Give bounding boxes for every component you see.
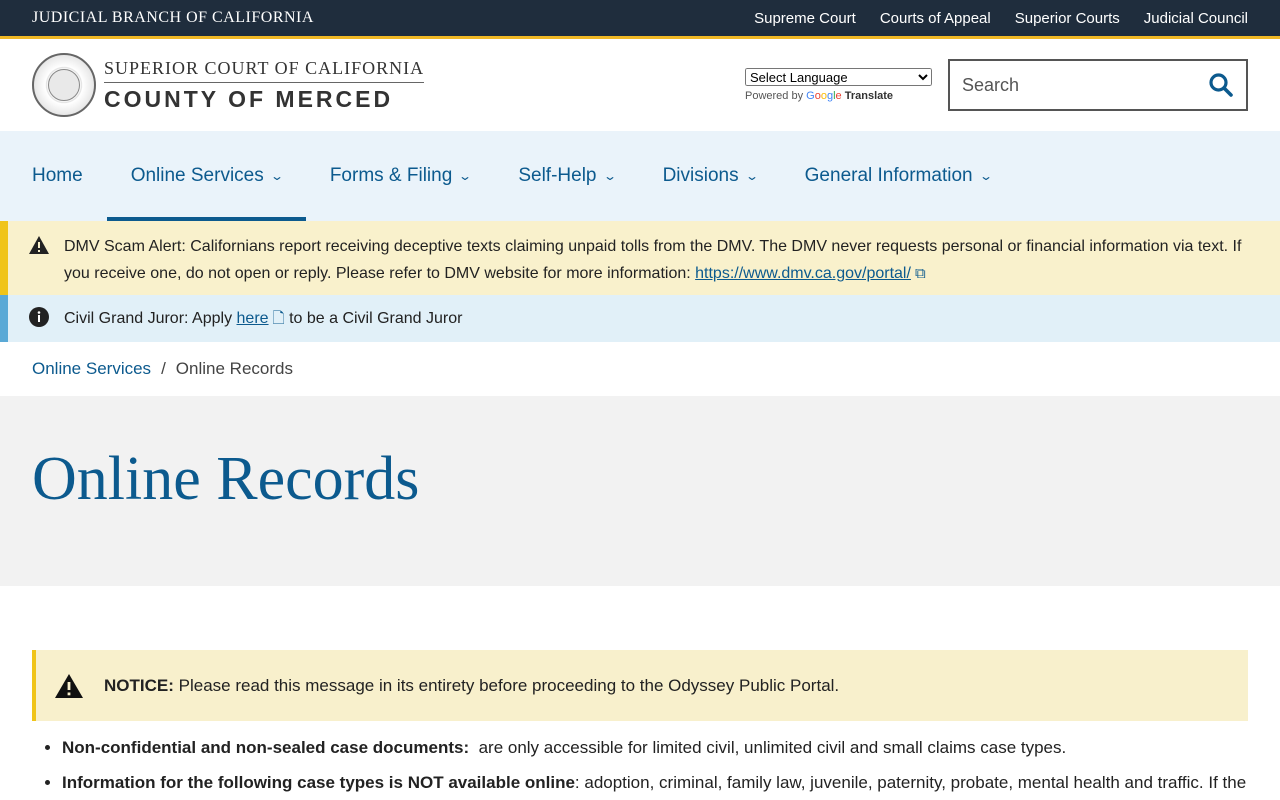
nav-divisions[interactable]: Divisions ⌄ — [639, 131, 781, 221]
judicial-links: Supreme Court Courts of Appeal Superior … — [754, 10, 1248, 27]
breadcrumb-current: Online Records — [175, 359, 293, 378]
records-info-list: Non-confidential and non-sealed case doc… — [32, 737, 1248, 794]
chevron-down-icon: ⌄ — [978, 169, 993, 183]
warning-icon — [55, 673, 83, 698]
judicial-branch-bar: JUDICIAL BRANCH OF CALIFORNIA Supreme Co… — [0, 0, 1280, 39]
language-select[interactable]: Select Language — [745, 68, 932, 86]
search-input[interactable] — [962, 74, 1202, 96]
chevron-down-icon: ⌄ — [269, 169, 284, 183]
courts-of-appeal-link[interactable]: Courts of Appeal — [880, 10, 991, 27]
document-icon: 🗋 — [272, 310, 285, 327]
logo-line-1: SUPERIOR COURT OF CALIFORNIA — [104, 58, 425, 83]
page-title: Online Records — [32, 445, 420, 513]
superior-courts-link[interactable]: Superior Courts — [1015, 10, 1120, 27]
nav-online-services[interactable]: Online Services ⌄ — [106, 131, 306, 221]
list-item: Information for the following case types… — [62, 772, 1248, 794]
powered-by-google: Powered by Google Translate — [745, 90, 894, 102]
chevron-down-icon: ⌄ — [744, 169, 759, 183]
dmv-alert-text: DMV Scam Alert: Californians report rece… — [64, 238, 1242, 282]
juror-text-prefix: Civil Grand Juror: Apply — [64, 310, 233, 327]
juror-text-suffix: to be a Civil Grand Juror — [289, 310, 463, 327]
dmv-portal-link[interactable]: https://www.dmv.ca.gov/portal/ — [695, 265, 911, 282]
list-item: Non-confidential and non-sealed case doc… — [62, 737, 1248, 759]
translate-link[interactable]: Translate — [845, 90, 893, 102]
dmv-scam-alert: DMV Scam Alert: Californians report rece… — [0, 221, 1280, 295]
warning-icon — [29, 236, 49, 254]
logo-line-2: COUNTY OF MERCED — [104, 85, 394, 112]
google-translate: Select Language Powered by Google Transl… — [745, 68, 932, 102]
search-box — [948, 59, 1248, 111]
chevron-down-icon: ⌄ — [602, 169, 617, 183]
odyssey-notice: NOTICE: Please read this message in its … — [32, 650, 1248, 721]
judicial-branch-title[interactable]: JUDICIAL BRANCH OF CALIFORNIA — [32, 9, 314, 27]
nav-home[interactable]: Home — [8, 131, 107, 221]
google-logo[interactable]: Google — [806, 90, 842, 102]
supreme-court-link[interactable]: Supreme Court — [754, 10, 856, 27]
nav-general-information[interactable]: General Information ⌄ — [781, 131, 1015, 221]
grand-juror-alert: Civil Grand Juror: Apply here 🗋 to be a C… — [0, 295, 1280, 342]
chevron-down-icon: ⌄ — [458, 169, 473, 183]
site-header: SUPERIOR COURT OF CALIFORNIA COUNTY OF M… — [0, 39, 1280, 131]
main-content: NOTICE: Please read this message in its … — [0, 586, 1280, 794]
nav-forms-filing[interactable]: Forms & Filing ⌄ — [306, 131, 495, 221]
court-logo[interactable]: SUPERIOR COURT OF CALIFORNIA COUNTY OF M… — [32, 53, 425, 117]
nav-self-help[interactable]: Self-Help ⌄ — [494, 131, 638, 221]
breadcrumb: Online Services / Online Records — [0, 342, 1280, 396]
notice-label: NOTICE: — [104, 675, 174, 695]
judicial-council-link[interactable]: Judicial Council — [1144, 10, 1248, 27]
external-link-icon: ⧉ — [914, 265, 926, 282]
juror-apply-link[interactable]: here — [237, 310, 269, 327]
info-icon — [29, 307, 49, 327]
page-hero: Online Records — [0, 396, 1280, 586]
notice-text: Please read this message in its entirety… — [178, 675, 840, 695]
breadcrumb-separator: / — [161, 359, 166, 378]
search-icon[interactable] — [1208, 72, 1234, 98]
court-seal-icon — [32, 53, 96, 117]
main-navigation: Home Online Services ⌄ Forms & Filing ⌄ Se… — [0, 131, 1280, 221]
breadcrumb-online-services[interactable]: Online Services — [32, 359, 151, 379]
